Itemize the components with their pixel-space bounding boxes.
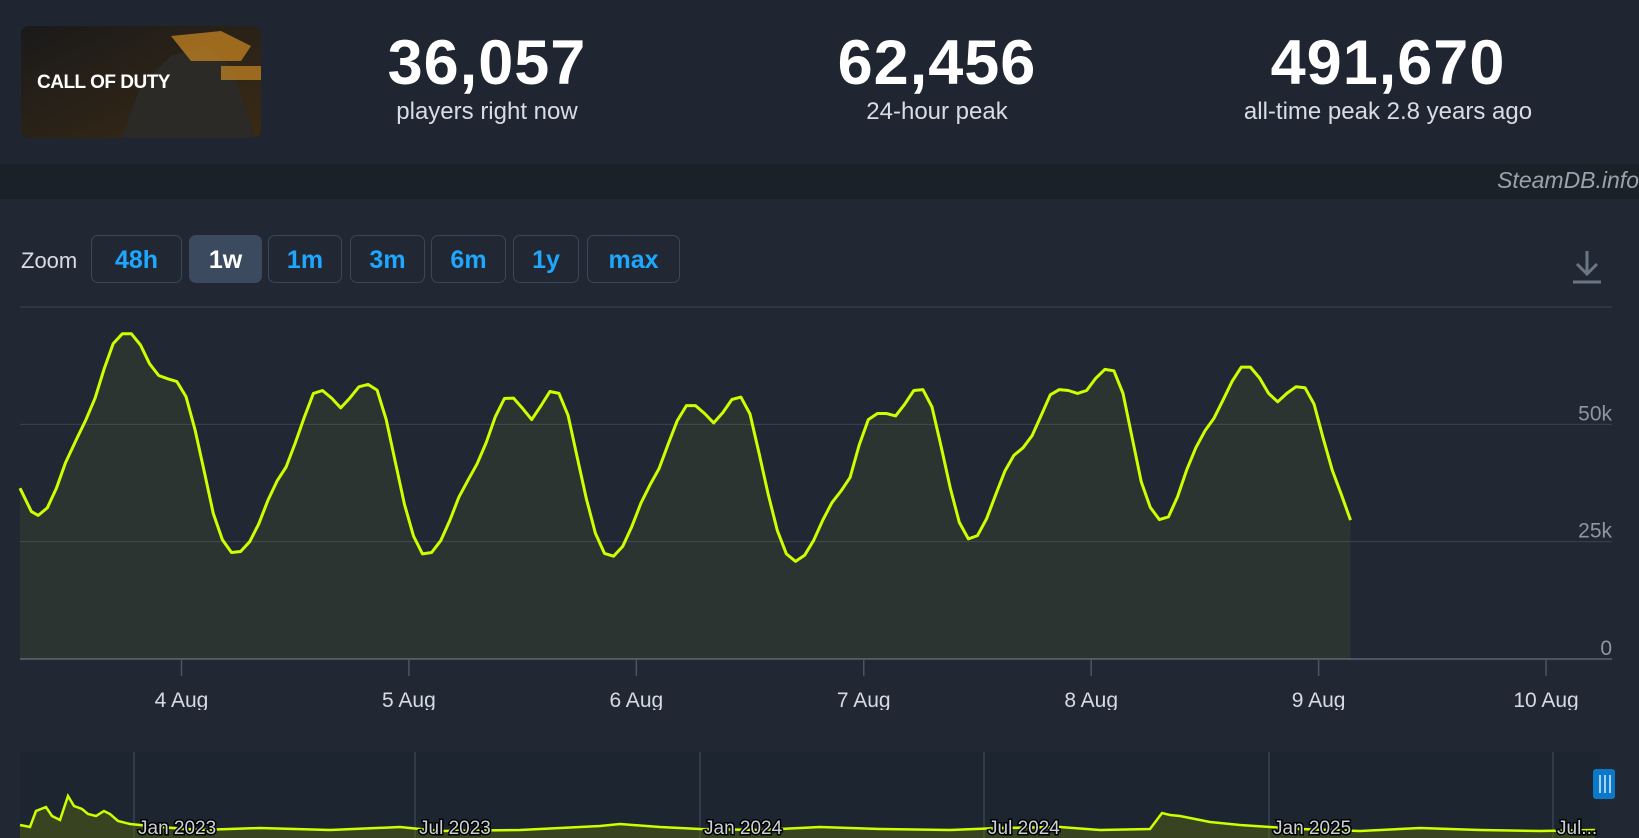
header-stats-bar: CALL OF DUTY 36,057 players right now 62…: [0, 0, 1639, 164]
download-icon[interactable]: [1572, 249, 1602, 285]
navigator-label: Jul...: [1557, 818, 1597, 838]
x-axis-tick-label: 5 Aug: [382, 689, 436, 710]
x-axis-tick-label: 7 Aug: [837, 689, 891, 710]
navigator-label: Jul 2024: [988, 818, 1060, 838]
all-time-peak-label: all-time peak 2.8 years ago: [1243, 98, 1533, 125]
zoom-1m-button[interactable]: 1m: [268, 235, 342, 283]
logo-text: CALL OF DUTY: [37, 72, 170, 93]
zoom-6m-button[interactable]: 6m: [431, 235, 506, 283]
area-fill: [20, 333, 1351, 659]
y-axis-tick-label: 50k: [1578, 402, 1612, 425]
x-axis-labels: 4 Aug 5 Aug 6 Aug 7 Aug 8 Aug 9 Aug 10 Aug: [155, 659, 1579, 710]
chart-area-fill: [20, 333, 1351, 659]
peak-24h-value: 62,456: [837, 28, 1037, 98]
players-now-stat: 36,057 players right now: [337, 24, 637, 126]
game-logo[interactable]: CALL OF DUTY: [21, 26, 261, 138]
all-time-peak-stat: 491,670 all-time peak 2.8 years ago: [1188, 24, 1588, 126]
y-axis-tick-label: 25k: [1578, 520, 1612, 543]
navigator-background: [20, 752, 1600, 838]
players-now-value: 36,057: [387, 28, 587, 98]
y-axis-labels: 0 25k 50k: [1578, 402, 1612, 660]
x-axis-tick-label: 8 Aug: [1064, 689, 1118, 710]
navigator-label: Jan 2025: [1273, 818, 1351, 838]
steamdb-watermark: SteamDB.info: [1497, 167, 1639, 193]
x-axis-tick-label: 10 Aug: [1513, 689, 1578, 710]
zoom-max-button[interactable]: max: [587, 235, 680, 283]
peak-24h-label: 24-hour peak: [866, 98, 1008, 125]
all-time-peak-value: 491,670: [1270, 28, 1506, 98]
zoom-1w-button[interactable]: 1w: [189, 235, 262, 283]
player-count-chart[interactable]: 0 25k 50k 4 Aug 5 Aug 6 Aug 7 Aug 8 Aug 9 Aug 10…: [0, 290, 1639, 710]
zoom-label: Zoom: [21, 248, 78, 273]
x-axis-tick-label: 6 Aug: [609, 689, 663, 710]
x-axis-tick-label: 4 Aug: [155, 689, 209, 710]
zoom-48h-button[interactable]: 48h: [91, 235, 182, 283]
y-axis-tick-label: 0: [1600, 637, 1612, 660]
navigator-label: Jan 2023: [138, 818, 216, 838]
zoom-3m-button[interactable]: 3m: [350, 235, 425, 283]
navigator-chart[interactable]: Jan 2023 Jul 2023 Jan 2024 Jul 2024 Jan 2025…: [0, 745, 1639, 838]
zoom-1y-button[interactable]: 1y: [513, 235, 579, 283]
x-axis-tick-label: 9 Aug: [1292, 689, 1346, 710]
peak-24h-stat: 62,456 24-hour peak: [787, 24, 1087, 126]
navigator-label: Jul 2023: [419, 818, 491, 838]
players-now-label: players right now: [396, 98, 578, 125]
navigator-label: Jan 2024: [704, 818, 783, 838]
